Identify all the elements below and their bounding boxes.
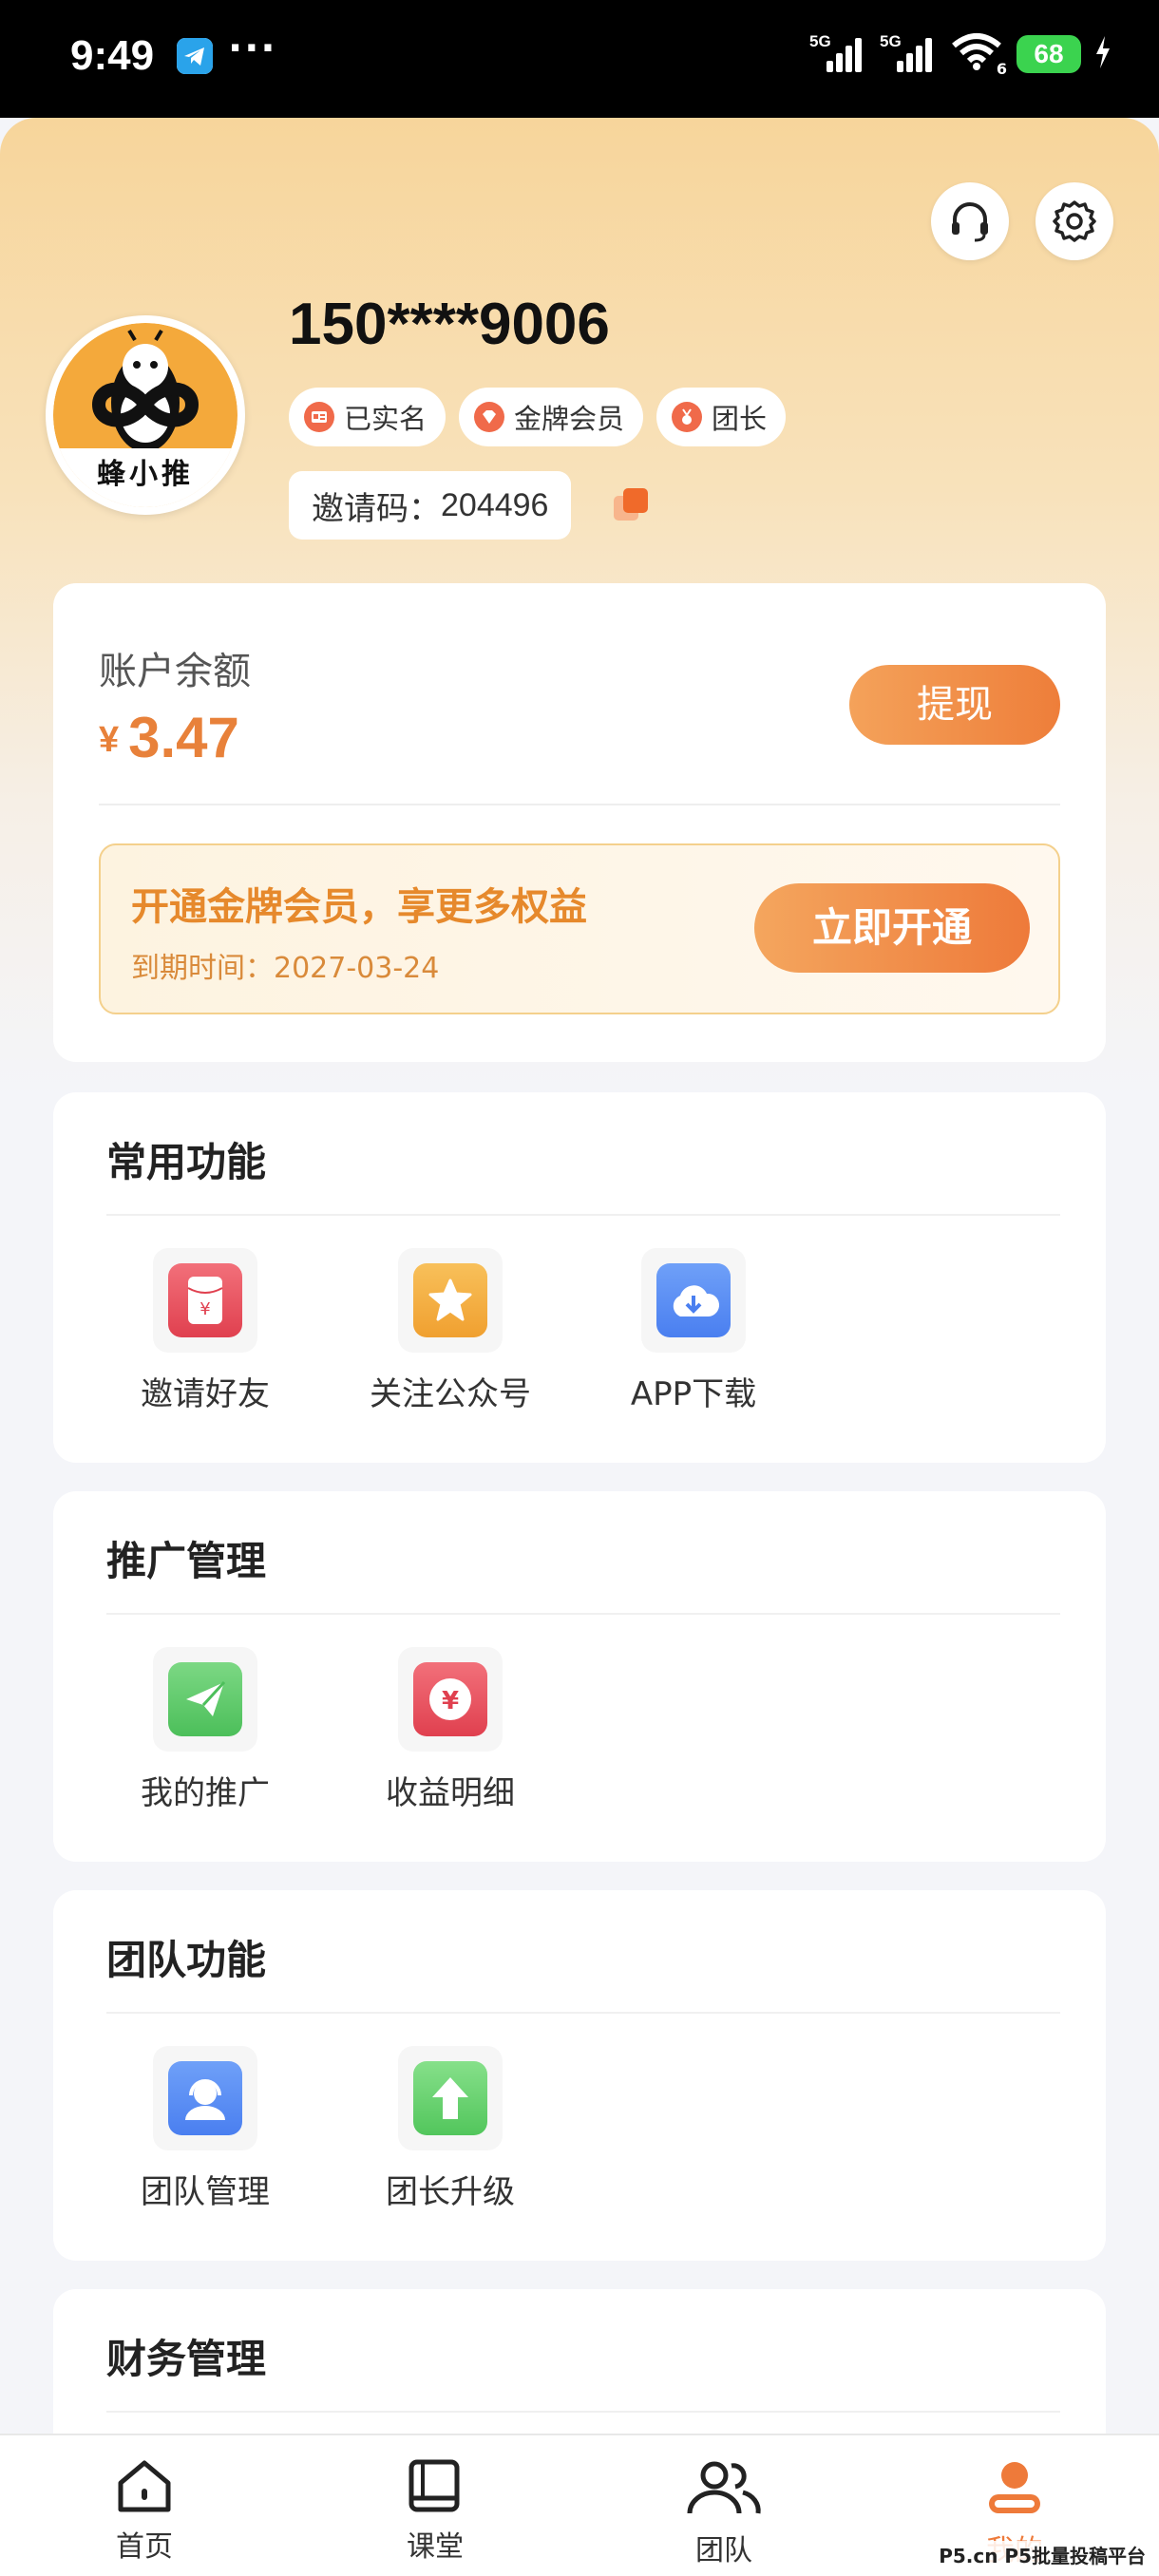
vip-title: 开通金牌会员，享更多权益 — [131, 885, 587, 929]
user-icon — [989, 2462, 1040, 2513]
leader-upgrade-item[interactable]: 团长升级 — [346, 2046, 555, 2212]
vip-expire-label: 到期时间： — [131, 952, 274, 985]
battery-indicator: 68 — [1016, 35, 1081, 73]
avatar[interactable]: 蜂小推 — [46, 315, 245, 515]
user-phone: 150****9006 — [289, 292, 610, 357]
telegram-icon — [177, 38, 213, 74]
sim1-label: 5G — [809, 32, 831, 50]
item-label: 关注公众号 — [370, 1375, 531, 1413]
tab-classroom[interactable]: 课堂 — [350, 2458, 521, 2565]
real-name-badge: 已实名 — [289, 388, 446, 446]
book-icon — [408, 2459, 460, 2512]
app-download-item[interactable]: APP下载 — [589, 1248, 798, 1414]
headset-icon — [952, 202, 988, 242]
id-card-icon — [304, 402, 334, 432]
charging-icon — [1094, 36, 1112, 72]
arrow-up-icon — [413, 2061, 487, 2135]
balance-amount: 3.47 — [128, 706, 239, 769]
signal-icon: 5G — [809, 32, 866, 76]
invite-code-label: 邀请码： — [312, 489, 441, 528]
item-label: 收益明细 — [386, 1774, 515, 1812]
tab-label: 课堂 — [407, 2530, 464, 2564]
divider — [106, 1214, 1060, 1216]
my-promotion-item[interactable]: 我的推广 — [101, 1647, 310, 1813]
divider — [106, 2012, 1060, 2014]
svg-text:¥: ¥ — [442, 1687, 459, 1715]
gold-member-badge-label: 金牌会员 — [514, 403, 625, 435]
tab-label: 团队 — [695, 2534, 752, 2567]
section-title: 推广管理 — [106, 1538, 267, 1584]
diamond-icon — [474, 402, 505, 432]
section-title: 团队功能 — [106, 1937, 267, 1983]
earnings-detail-item[interactable]: ¥ 收益明细 — [346, 1647, 555, 1813]
invite-code: 邀请码： 204496 — [289, 471, 572, 540]
headset-user-icon — [168, 2061, 242, 2135]
item-label: APP下载 — [630, 1375, 757, 1413]
red-envelope-icon: ¥ — [168, 1263, 242, 1337]
gold-member-badge: 金牌会员 — [459, 388, 644, 446]
wifi-icon: 6 — [950, 32, 1007, 78]
signal-icon-2: 5G — [880, 32, 937, 76]
team-leader-badge: 团长 — [656, 388, 787, 446]
status-time: 9:49 — [70, 32, 155, 79]
withdraw-button[interactable]: 提现 — [849, 665, 1060, 745]
balance-label: 账户余额 — [99, 650, 251, 693]
vip-expire-date: 2027-03-24 — [274, 952, 440, 985]
settings-button[interactable] — [1036, 182, 1113, 260]
team-icon — [687, 2461, 761, 2514]
medal-icon — [672, 402, 703, 432]
divider — [106, 2411, 1060, 2413]
star-icon — [413, 1263, 487, 1337]
invite-friends-item[interactable]: ¥ 邀请好友 — [101, 1248, 310, 1414]
balance-value: ¥3.47 — [99, 705, 239, 770]
account-card: 账户余额 ¥3.47 提现 开通金牌会员，享更多权益 到期时间：2027-03-… — [53, 583, 1106, 1062]
divider — [106, 1613, 1060, 1615]
wifi-sub-label: 6 — [996, 60, 1007, 78]
item-label: 我的推广 — [141, 1774, 270, 1812]
sim2-label: 5G — [880, 32, 902, 50]
currency-symbol: ¥ — [99, 720, 120, 760]
promotion-card: 推广管理 我的推广 ¥ 收益明细 — [53, 1491, 1106, 1862]
team-functions-card: 团队功能 团队管理 团长升级 — [53, 1890, 1106, 2261]
bee-logo-icon — [91, 329, 200, 452]
cloud-download-icon — [656, 1263, 731, 1337]
customer-service-button[interactable] — [931, 182, 1009, 260]
team-leader-badge-label: 团长 — [712, 403, 768, 435]
divider — [99, 804, 1060, 805]
badge-list: 已实名 金牌会员 团长 — [289, 388, 787, 446]
common-functions-card: 常用功能 ¥ 邀请好友 关注公众号 APP下载 — [53, 1092, 1106, 1463]
watermark-text: P5.cn P5批量投稿平台 — [935, 2541, 1150, 2568]
gear-icon — [1053, 200, 1096, 242]
copy-icon[interactable] — [612, 486, 650, 524]
paper-plane-icon — [168, 1662, 242, 1736]
status-bar: 9:49 ··· 5G 5G 6 68 — [0, 0, 1159, 118]
bottom-tab-bar: 首页 课堂 团队 我的 P5.cn P5批量投稿平台 — [0, 2434, 1159, 2576]
tab-home[interactable]: 首页 — [59, 2458, 230, 2565]
team-management-item[interactable]: 团队管理 — [101, 2046, 310, 2212]
invite-code-value: 204496 — [441, 486, 549, 523]
section-title: 财务管理 — [106, 2336, 267, 2382]
real-name-badge-label: 已实名 — [344, 403, 428, 435]
tab-label: 首页 — [116, 2530, 173, 2564]
section-title: 常用功能 — [106, 1139, 267, 1185]
item-label: 团队管理 — [141, 2173, 270, 2211]
home-icon — [118, 2460, 171, 2512]
tab-team[interactable]: 团队 — [638, 2458, 809, 2568]
open-vip-button[interactable]: 立即开通 — [754, 883, 1030, 973]
svg-text:¥: ¥ — [200, 1299, 210, 1319]
avatar-brand-text: 蜂小推 — [53, 448, 238, 507]
vip-expire: 到期时间：2027-03-24 — [131, 944, 439, 986]
vip-banner: 开通金牌会员，享更多权益 到期时间：2027-03-24 立即开通 — [99, 843, 1060, 1014]
follow-official-account-item[interactable]: 关注公众号 — [346, 1248, 555, 1414]
item-label: 团长升级 — [386, 2173, 515, 2211]
item-label: 邀请好友 — [141, 1375, 270, 1413]
more-notifications-icon: ··· — [228, 27, 277, 70]
yuan-coin-icon: ¥ — [413, 1662, 487, 1736]
